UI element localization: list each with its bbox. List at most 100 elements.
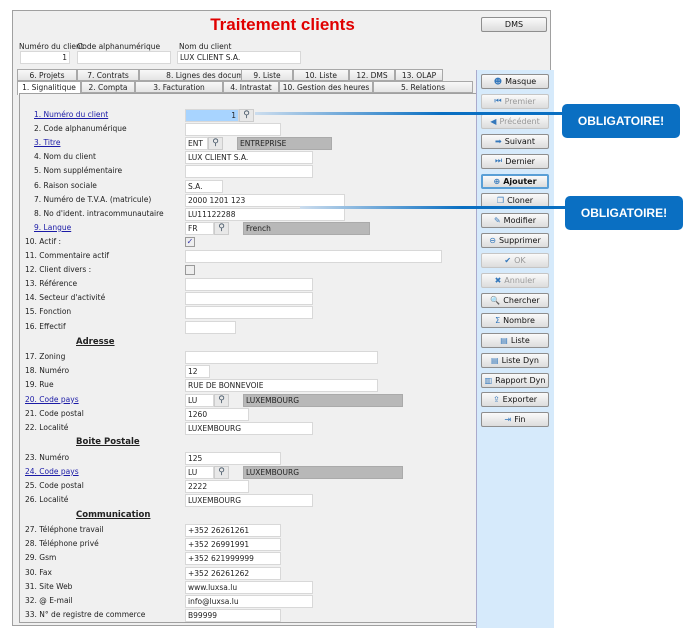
header-name-field[interactable]: LUX CLIENT S.A.: [177, 51, 301, 64]
field-label-4: 4. Nom du client: [34, 152, 96, 162]
précédent-icon: ◀: [490, 116, 497, 126]
form-panel: Adresse Boite Postale Communication 1. Numé…: [19, 70, 554, 628]
field-label-27: 27. Téléphone travail: [25, 525, 104, 534]
rapport-dyn-button[interactable]: ▥ Rapport Dyn: [481, 372, 549, 388]
input-field-32[interactable]: info@luxsa.lu: [185, 595, 313, 608]
input-field-4[interactable]: LUX CLIENT S.A.: [185, 151, 313, 165]
modifier-button[interactable]: ✎ Modifier: [481, 213, 549, 229]
field-label-20[interactable]: 20. Code pays: [25, 395, 79, 404]
input-field-15[interactable]: [185, 306, 313, 320]
tab-7-top[interactable]: 13. OLAP: [395, 69, 443, 81]
annuler-button: ✖ Annuler: [481, 273, 549, 288]
input-field-22[interactable]: LUXEMBOURG: [185, 422, 313, 435]
description-field-24: LUXEMBOURG: [243, 466, 403, 479]
input-field-6[interactable]: S.A.: [185, 179, 223, 193]
checkbox-field-12[interactable]: [185, 265, 195, 276]
input-field-28[interactable]: +352 26991991: [185, 538, 281, 552]
tab-2-top[interactable]: 7. Contrats: [77, 69, 139, 81]
tab-5-top[interactable]: 10. Liste: [293, 69, 349, 81]
input-field-11[interactable]: [185, 250, 442, 263]
field-label-14: 14. Secteur d'activité: [25, 293, 106, 303]
search-icon[interactable]: ⚲: [239, 109, 254, 122]
field-label-24[interactable]: 24. Code pays: [25, 467, 79, 476]
input-field-19[interactable]: RUE DE BONNEVOIE: [185, 379, 378, 393]
ok-button: ✔ OK: [481, 253, 549, 269]
field-label-6: 6. Raison sociale: [34, 180, 97, 190]
button-label: Rapport Dyn: [495, 375, 546, 385]
input-field-24[interactable]: LU: [185, 466, 214, 479]
tab-1-top[interactable]: 6. Projets: [17, 69, 77, 81]
liste-dyn-button[interactable]: ▤ Liste Dyn: [481, 352, 549, 368]
search-icon[interactable]: ⚲: [208, 137, 223, 151]
field-label-29: 29. Gsm: [25, 553, 57, 563]
input-field-21[interactable]: 1260: [185, 407, 249, 421]
field-label-23: 23. Numéro: [25, 453, 70, 462]
tab-4-bottom[interactable]: 4. Intrastat: [223, 81, 279, 93]
suivant-button[interactable]: ➡ Suivant: [481, 133, 549, 149]
header-label-name: Nom du client: [179, 42, 232, 51]
input-field-3[interactable]: ENT: [185, 137, 208, 151]
input-field-14[interactable]: [185, 292, 313, 306]
input-field-20[interactable]: LU: [185, 393, 214, 407]
field-label-22: 22. Localité: [25, 423, 69, 432]
input-field-2[interactable]: [185, 123, 281, 137]
search-icon[interactable]: ⚲: [214, 221, 229, 235]
dms-button[interactable]: DMS: [481, 17, 547, 32]
button-label: Premier: [504, 96, 536, 106]
tab-3-bottom[interactable]: 3. Facturation: [135, 81, 223, 93]
field-label-1[interactable]: 1. Numéro du client: [34, 110, 108, 119]
input-field-25[interactable]: 2222: [185, 480, 249, 493]
input-field-9[interactable]: FR: [185, 221, 214, 235]
search-icon[interactable]: ⚲: [214, 393, 229, 407]
search-icon[interactable]: ⚲: [214, 466, 229, 479]
tab-4-top[interactable]: 9. Liste: [241, 69, 293, 81]
field-label-9[interactable]: 9. Langue: [34, 223, 71, 232]
header-code-field[interactable]: [77, 51, 171, 64]
ok-icon: ✔: [504, 256, 512, 266]
field-label-3[interactable]: 3. Titre: [34, 138, 60, 147]
tab-6-top[interactable]: 12. DMS: [349, 69, 395, 81]
tab-5-bottom[interactable]: 10. Gestion des heures: [279, 81, 373, 93]
supprimer-button[interactable]: ⊖ Supprimer: [481, 233, 549, 249]
field-label-17: 17. Zoning: [25, 352, 66, 361]
input-field-17[interactable]: [185, 351, 378, 364]
field-label-10: 10. Actif :: [25, 236, 62, 246]
input-field-31[interactable]: www.luxsa.lu: [185, 580, 313, 594]
button-label: Dernier: [505, 156, 535, 166]
suivant-icon: ➡: [495, 136, 502, 146]
input-field-13[interactable]: [185, 278, 313, 292]
premier-icon: ⏮: [494, 96, 502, 106]
header-number-field[interactable]: 1: [20, 51, 70, 64]
chercher-button[interactable]: 🔍 Chercher: [481, 292, 549, 308]
input-field-5[interactable]: [185, 165, 313, 179]
section-heading-boite-postale: Boite Postale: [76, 437, 140, 447]
dernier-button[interactable]: ⏭ Dernier: [481, 153, 549, 169]
input-field-33[interactable]: B99999: [185, 609, 281, 623]
button-label: Supprimer: [498, 236, 541, 246]
fin-button[interactable]: ⇥ Fin: [481, 412, 549, 428]
checkbox-field-10[interactable]: ✓: [185, 236, 195, 247]
client-window: Traitement clients DMS Numéro du client …: [12, 10, 554, 628]
input-field-1[interactable]: 1: [185, 109, 239, 122]
input-field-27[interactable]: +352 26261261: [185, 524, 281, 537]
input-field-23[interactable]: 125: [185, 452, 281, 465]
input-field-7[interactable]: 2000 1201 123: [185, 193, 345, 207]
page-title: Traitement clients: [210, 15, 355, 34]
input-field-26[interactable]: LUXEMBOURG: [185, 494, 313, 507]
fin-icon: ⇥: [504, 415, 512, 425]
description-field-9: French: [243, 221, 370, 235]
tab-2-bottom[interactable]: 2. Compta: [81, 81, 135, 93]
nombre-button[interactable]: Σ Nombre: [481, 312, 549, 328]
input-field-29[interactable]: +352 621999999: [185, 552, 281, 566]
liste-button[interactable]: ▤ Liste: [481, 332, 549, 348]
input-field-30[interactable]: +352 26261262: [185, 566, 281, 580]
input-field-18[interactable]: 12: [185, 365, 210, 379]
callout-line-1: [255, 112, 565, 115]
input-field-16[interactable]: [185, 320, 236, 334]
field-label-21: 21. Code postal: [25, 408, 84, 418]
input-field-8[interactable]: LU11122288: [185, 207, 345, 221]
exporter-button[interactable]: ⇪ Exporter: [481, 392, 549, 408]
ajouter-button[interactable]: ⊕ Ajouter: [481, 173, 549, 189]
masque-button[interactable]: ☻ Masque: [481, 74, 549, 89]
tab-6-bottom[interactable]: 5. Relations commerciales: [373, 81, 473, 103]
